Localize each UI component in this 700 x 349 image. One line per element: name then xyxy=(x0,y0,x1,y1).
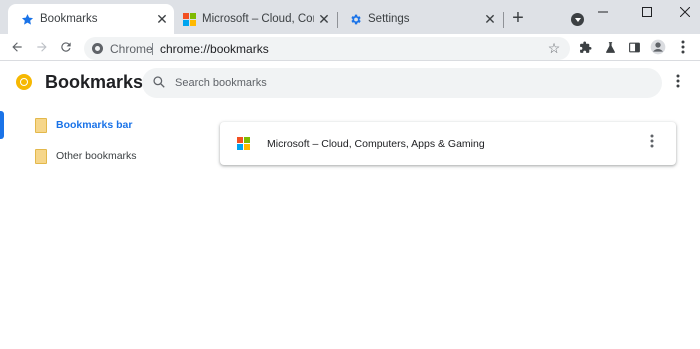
page-title: Bookmarks xyxy=(45,72,144,92)
close-icon[interactable]: ✕ xyxy=(316,11,332,27)
forward-button[interactable] xyxy=(33,38,51,56)
tab-search-button[interactable] xyxy=(571,13,584,26)
sidebar-item-label: Other bookmarks xyxy=(56,150,137,162)
sidebar-item-bookmarks-bar[interactable]: Bookmarks bar xyxy=(0,111,200,139)
bookmark-star-icon[interactable]: ☆ xyxy=(546,40,562,56)
sidebar-item-label: Bookmarks bar xyxy=(56,119,133,131)
new-tab-button[interactable]: + xyxy=(508,8,528,29)
organize-menu-icon[interactable] xyxy=(669,74,687,92)
bookmark-item-title[interactable]: Microsoft – Cloud, Computers, Apps & Gam… xyxy=(267,137,485,151)
tab-title: Microsoft – Cloud, Compute xyxy=(202,13,314,25)
bookmarks-header: Bookmarks xyxy=(0,62,700,104)
profile-avatar-icon[interactable] xyxy=(649,38,667,56)
close-window-button[interactable] xyxy=(673,4,697,20)
star-icon xyxy=(20,12,34,26)
url-text: chrome://bookmarks xyxy=(160,42,269,56)
folder-icon xyxy=(35,118,47,133)
maximize-button[interactable] xyxy=(635,4,659,20)
tab-separator xyxy=(503,12,504,28)
bookmark-list: Microsoft – Cloud, Computers, Apps & Gam… xyxy=(220,122,676,165)
chrome-menu-icon[interactable] xyxy=(674,38,692,56)
tab-bookmarks[interactable]: Bookmarks ✕ xyxy=(8,4,174,34)
tab-strip: Bookmarks ✕ Microsoft – Cloud, Compute ✕… xyxy=(0,0,700,34)
folder-icon xyxy=(35,149,47,164)
search-box[interactable] xyxy=(142,68,662,98)
extensions-icon[interactable] xyxy=(576,38,594,56)
selection-indicator xyxy=(0,111,4,139)
minimize-button[interactable] xyxy=(591,4,615,20)
chrome-icon xyxy=(92,43,103,54)
microsoft-logo-icon xyxy=(182,12,196,26)
tab-microsoft[interactable]: Microsoft – Cloud, Compute ✕ xyxy=(170,4,336,34)
sidebar-item-other-bookmarks[interactable]: Other bookmarks xyxy=(0,142,200,170)
bookmarks-logo-icon xyxy=(16,74,32,90)
close-icon[interactable]: ✕ xyxy=(482,11,498,27)
search-input[interactable] xyxy=(175,74,645,92)
tab-title: Settings xyxy=(368,13,410,25)
search-icon xyxy=(152,75,168,91)
labs-flask-icon[interactable] xyxy=(601,38,619,56)
chip-divider xyxy=(152,43,153,55)
address-bar[interactable]: Chrome chrome://bookmarks ☆ xyxy=(84,37,570,60)
gear-icon xyxy=(348,12,362,26)
site-chip: Chrome xyxy=(110,42,153,56)
bookmark-item-menu-icon[interactable] xyxy=(644,134,660,152)
tab-title: Bookmarks xyxy=(40,13,98,25)
close-icon[interactable]: ✕ xyxy=(154,11,170,27)
tab-settings[interactable]: Settings ✕ xyxy=(336,4,502,34)
back-button[interactable] xyxy=(8,38,26,56)
browser-toolbar: Chrome chrome://bookmarks ☆ xyxy=(0,34,700,61)
microsoft-logo-icon xyxy=(237,137,250,150)
side-panel-icon[interactable] xyxy=(625,38,643,56)
reload-button[interactable] xyxy=(57,38,75,56)
